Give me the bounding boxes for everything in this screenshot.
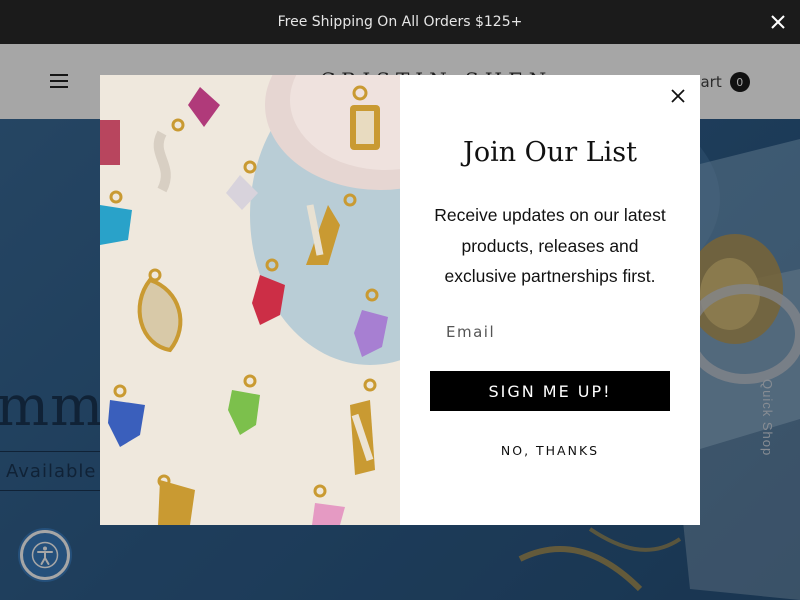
announcement-bar: Free Shipping On All Orders $125+: [0, 0, 800, 44]
announcement-text: Free Shipping On All Orders $125+: [277, 14, 523, 30]
no-thanks-link[interactable]: NO, THANKS: [400, 443, 700, 458]
email-field[interactable]: [430, 316, 670, 348]
close-icon[interactable]: [768, 12, 788, 32]
modal-jewelry-image: [100, 75, 400, 525]
newsletter-modal: Join Our List Receive updates on our lat…: [100, 75, 700, 525]
modal-content: Join Our List Receive updates on our lat…: [400, 75, 700, 525]
modal-title: Join Our List: [463, 137, 637, 168]
sign-up-button[interactable]: SIGN ME UP!: [430, 371, 670, 411]
modal-description: Receive updates on our latest products, …: [434, 205, 666, 286]
close-icon[interactable]: [670, 88, 686, 104]
